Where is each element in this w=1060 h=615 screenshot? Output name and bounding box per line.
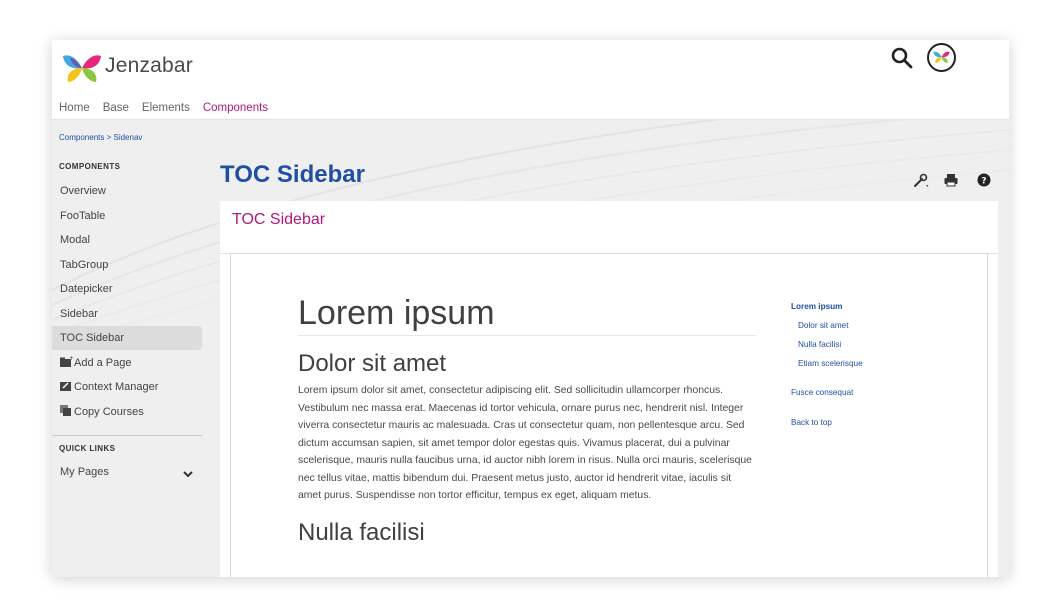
sidebar-item-context-manager[interactable]: Context Manager [52, 375, 202, 399]
nav-elements[interactable]: Elements [142, 102, 190, 114]
add-page-icon: + [60, 356, 73, 367]
context-manager-icon [60, 382, 71, 391]
article-paragraph: Lorem ipsum dolor sit amet, consectetur … [298, 385, 752, 501]
nav-home[interactable]: Home [59, 102, 90, 114]
article: Lorem ipsum Dolor sit amet Lorem ipsum d… [298, 294, 756, 547]
article-heading: Lorem ipsum [298, 294, 756, 336]
search-icon[interactable] [890, 46, 914, 70]
toc-link-lorem-ipsum[interactable]: Lorem ipsum [791, 302, 842, 311]
app-window: Jenzabar Home Base Elements Components C… [52, 40, 1009, 577]
toc-link-fusce-consequat[interactable]: Fusce consequat [791, 388, 853, 397]
sidebar-item-tabgroup[interactable]: TabGroup [52, 253, 202, 277]
sidebar-item-add-page[interactable]: + Add a Page [52, 351, 202, 375]
help-icon[interactable]: ? [976, 172, 992, 188]
sidebar-item-label: Copy Courses [74, 406, 144, 418]
sidebar-item-overview[interactable]: Overview [52, 179, 202, 203]
panel-title: TOC Sidebar [232, 211, 326, 228]
user-avatar[interactable] [927, 43, 956, 72]
sidebar: COMPONENTS Overview FooTable Modal TabGr… [52, 120, 210, 577]
sidebar-divider [52, 435, 202, 436]
jenzabar-logo[interactable] [62, 52, 102, 84]
sidebar-item-label: TOC Sidebar [60, 332, 124, 344]
sidebar-item-label: Overview [60, 185, 106, 197]
sidebar-item-datepicker[interactable]: Datepicker [52, 277, 202, 301]
svg-text:?: ? [981, 177, 986, 187]
page-title: TOC Sidebar [220, 161, 365, 188]
avatar-logo-icon [933, 51, 950, 63]
sidebar-item-modal[interactable]: Modal [52, 228, 202, 252]
sidebar-item-label: Context Manager [74, 381, 159, 393]
toc-back-to-top[interactable]: Back to top [791, 418, 832, 427]
copy-courses-icon [60, 405, 71, 416]
sidebar-item-copy-courses[interactable]: Copy Courses [52, 400, 202, 424]
site-header: Jenzabar Home Base Elements Components [52, 40, 1009, 120]
sidebar-item-label: Datepicker [60, 283, 113, 295]
sidebar-item-label: Add a Page [74, 357, 132, 369]
toc-link-nulla-facilisi[interactable]: Nulla facilisi [798, 340, 841, 349]
sidebar-item-label: Sidebar [60, 308, 98, 320]
nav-components[interactable]: Components [203, 102, 268, 114]
toc-link-etiam-scelerisque[interactable]: Etiam scelerisque [798, 359, 863, 368]
brand-name: Jenzabar [105, 54, 193, 77]
wrench-icon[interactable] [913, 172, 929, 188]
sidebar-item-my-pages[interactable]: My Pages [52, 460, 202, 484]
sidebar-section-components: COMPONENTS [59, 162, 121, 171]
top-nav: Home Base Elements Components [59, 102, 281, 114]
toc-demo-frame: Lorem ipsum Dolor sit amet Lorem ipsum d… [230, 253, 988, 577]
content-panel: TOC Sidebar Lorem ipsum Dolor sit amet L… [220, 201, 998, 577]
sidebar-section-quick-links: QUICK LINKS [59, 444, 116, 453]
sidebar-item-toc-sidebar[interactable]: TOC Sidebar [52, 326, 202, 350]
sidebar-item-footable[interactable]: FooTable [52, 204, 202, 228]
sidebar-item-label: Modal [60, 234, 90, 246]
sidebar-item-label: FooTable [60, 210, 106, 222]
chevron-down-icon[interactable] [182, 468, 194, 480]
print-icon[interactable] [943, 172, 959, 188]
svg-text:+: + [69, 356, 73, 362]
article-subheading-2: Nulla facilisi [298, 518, 425, 546]
toc-link-dolor-sit-amet[interactable]: Dolor sit amet [798, 321, 849, 330]
nav-base[interactable]: Base [103, 102, 129, 114]
sidebar-item-sidebar[interactable]: Sidebar [52, 302, 202, 326]
sidebar-item-label: My Pages [60, 466, 109, 478]
sidebar-item-label: TabGroup [60, 259, 109, 271]
content-area: Components > Sidenav COMPONENTS Overview… [52, 120, 1009, 577]
article-subheading: Dolor sit amet [298, 350, 447, 377]
